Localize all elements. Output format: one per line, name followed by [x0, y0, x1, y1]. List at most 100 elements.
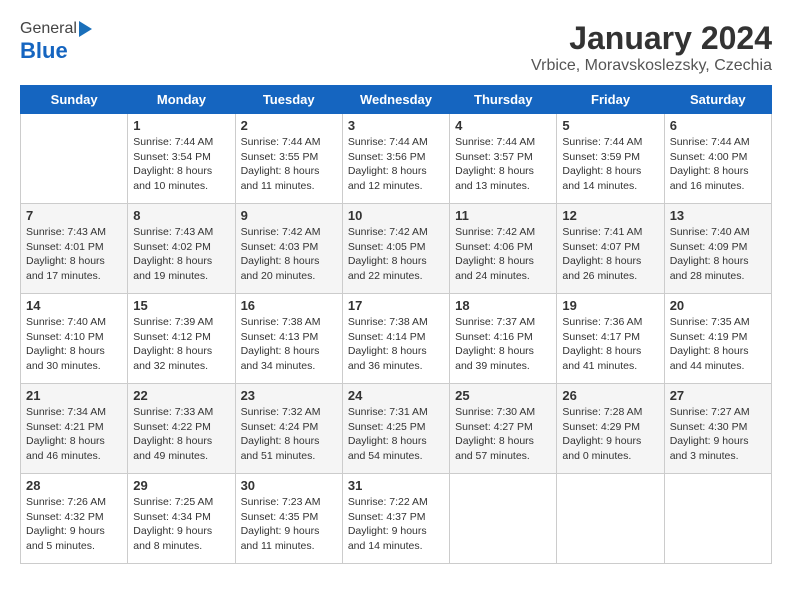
day-info: Sunrise: 7:36 AM Sunset: 4:17 PM Dayligh… — [562, 315, 658, 374]
day-info: Sunrise: 7:25 AM Sunset: 4:34 PM Dayligh… — [133, 495, 229, 554]
weekday-header-row: Sunday Monday Tuesday Wednesday Thursday… — [21, 86, 772, 114]
header: General Blue January 2024 Vrbice, Moravs… — [20, 20, 772, 75]
day-info: Sunrise: 7:37 AM Sunset: 4:16 PM Dayligh… — [455, 315, 551, 374]
day-number: 17 — [348, 298, 444, 313]
day-number: 8 — [133, 208, 229, 223]
day-number: 20 — [670, 298, 766, 313]
calendar-cell: 20 Sunrise: 7:35 AM Sunset: 4:19 PM Dayli… — [664, 294, 771, 384]
day-number: 24 — [348, 388, 444, 403]
day-number: 6 — [670, 118, 766, 133]
title-area: January 2024 Vrbice, Moravskoslezsky, Cz… — [531, 20, 772, 75]
day-number: 3 — [348, 118, 444, 133]
day-number: 13 — [670, 208, 766, 223]
calendar-cell: 23 Sunrise: 7:32 AM Sunset: 4:24 PM Dayli… — [235, 384, 342, 474]
calendar-cell: 26Sunrise: 7:28 AM Sunset: 4:29 PM Dayli… — [557, 384, 664, 474]
day-info: Sunrise: 7:35 AM Sunset: 4:19 PM Dayligh… — [670, 315, 766, 374]
calendar-cell: 16 Sunrise: 7:38 AM Sunset: 4:13 PM Dayli… — [235, 294, 342, 384]
logo-general-text: General — [20, 20, 77, 38]
logo-blue-text: Blue — [20, 38, 68, 64]
day-number: 12 — [562, 208, 658, 223]
calendar-cell: 13 Sunrise: 7:40 AM Sunset: 4:09 PM Dayli… — [664, 204, 771, 294]
calendar-cell — [664, 474, 771, 564]
day-info: Sunrise: 7:23 AM Sunset: 4:35 PM Dayligh… — [241, 495, 337, 554]
day-info: Sunrise: 7:26 AM Sunset: 4:32 PM Dayligh… — [26, 495, 122, 554]
calendar-cell: 17 Sunrise: 7:38 AM Sunset: 4:14 PM Dayli… — [342, 294, 449, 384]
day-info: Sunrise: 7:38 AM Sunset: 4:13 PM Dayligh… — [241, 315, 337, 374]
day-number: 30 — [241, 478, 337, 493]
header-tuesday: Tuesday — [235, 86, 342, 114]
day-info: Sunrise: 7:43 AM Sunset: 4:02 PM Dayligh… — [133, 225, 229, 284]
calendar-cell: 18 Sunrise: 7:37 AM Sunset: 4:16 PM Dayli… — [450, 294, 557, 384]
calendar-cell: 12Sunrise: 7:41 AM Sunset: 4:07 PM Dayli… — [557, 204, 664, 294]
calendar-cell: 30 Sunrise: 7:23 AM Sunset: 4:35 PM Dayli… — [235, 474, 342, 564]
day-number: 9 — [241, 208, 337, 223]
calendar-cell: 8 Sunrise: 7:43 AM Sunset: 4:02 PM Daylig… — [128, 204, 235, 294]
day-number: 25 — [455, 388, 551, 403]
day-number: 23 — [241, 388, 337, 403]
day-info: Sunrise: 7:33 AM Sunset: 4:22 PM Dayligh… — [133, 405, 229, 464]
day-info: Sunrise: 7:32 AM Sunset: 4:24 PM Dayligh… — [241, 405, 337, 464]
calendar-cell: 29 Sunrise: 7:25 AM Sunset: 4:34 PM Dayli… — [128, 474, 235, 564]
logo: General Blue — [20, 20, 92, 64]
calendar-cell: 19 Sunrise: 7:36 AM Sunset: 4:17 PM Dayli… — [557, 294, 664, 384]
calendar-week-row: 21 Sunrise: 7:34 AM Sunset: 4:21 PM Dayli… — [21, 384, 772, 474]
day-info: Sunrise: 7:39 AM Sunset: 4:12 PM Dayligh… — [133, 315, 229, 374]
calendar-week-row: 14Sunrise: 7:40 AM Sunset: 4:10 PM Dayli… — [21, 294, 772, 384]
day-info: Sunrise: 7:34 AM Sunset: 4:21 PM Dayligh… — [26, 405, 122, 464]
header-saturday: Saturday — [664, 86, 771, 114]
day-info: Sunrise: 7:42 AM Sunset: 4:05 PM Dayligh… — [348, 225, 444, 284]
day-info: Sunrise: 7:42 AM Sunset: 4:03 PM Dayligh… — [241, 225, 337, 284]
day-number: 7 — [26, 208, 122, 223]
day-info: Sunrise: 7:44 AM Sunset: 3:54 PM Dayligh… — [133, 135, 229, 194]
calendar-cell: 24 Sunrise: 7:31 AM Sunset: 4:25 PM Dayli… — [342, 384, 449, 474]
day-info: Sunrise: 7:28 AM Sunset: 4:29 PM Dayligh… — [562, 405, 658, 464]
calendar-cell: 27 Sunrise: 7:27 AM Sunset: 4:30 PM Dayli… — [664, 384, 771, 474]
header-sunday: Sunday — [21, 86, 128, 114]
day-info: Sunrise: 7:44 AM Sunset: 3:55 PM Dayligh… — [241, 135, 337, 194]
header-wednesday: Wednesday — [342, 86, 449, 114]
day-number: 4 — [455, 118, 551, 133]
day-info: Sunrise: 7:43 AM Sunset: 4:01 PM Dayligh… — [26, 225, 122, 284]
calendar-cell: 2 Sunrise: 7:44 AM Sunset: 3:55 PM Daylig… — [235, 114, 342, 204]
calendar-table: Sunday Monday Tuesday Wednesday Thursday… — [20, 85, 772, 564]
day-info: Sunrise: 7:44 AM Sunset: 3:57 PM Dayligh… — [455, 135, 551, 194]
day-number: 22 — [133, 388, 229, 403]
calendar-cell: 10Sunrise: 7:42 AM Sunset: 4:05 PM Dayli… — [342, 204, 449, 294]
calendar-cell: 31 Sunrise: 7:22 AM Sunset: 4:37 PM Dayli… — [342, 474, 449, 564]
day-number: 31 — [348, 478, 444, 493]
day-number: 2 — [241, 118, 337, 133]
day-number: 27 — [670, 388, 766, 403]
day-number: 28 — [26, 478, 122, 493]
day-number: 21 — [26, 388, 122, 403]
day-info: Sunrise: 7:31 AM Sunset: 4:25 PM Dayligh… — [348, 405, 444, 464]
day-number: 18 — [455, 298, 551, 313]
calendar-cell: 11Sunrise: 7:42 AM Sunset: 4:06 PM Dayli… — [450, 204, 557, 294]
calendar-week-row: 28 Sunrise: 7:26 AM Sunset: 4:32 PM Dayli… — [21, 474, 772, 564]
day-info: Sunrise: 7:27 AM Sunset: 4:30 PM Dayligh… — [670, 405, 766, 464]
day-number: 19 — [562, 298, 658, 313]
calendar-cell: 1Sunrise: 7:44 AM Sunset: 3:54 PM Daylig… — [128, 114, 235, 204]
day-info: Sunrise: 7:22 AM Sunset: 4:37 PM Dayligh… — [348, 495, 444, 554]
day-number: 29 — [133, 478, 229, 493]
day-number: 16 — [241, 298, 337, 313]
day-info: Sunrise: 7:40 AM Sunset: 4:09 PM Dayligh… — [670, 225, 766, 284]
calendar-cell: 9 Sunrise: 7:42 AM Sunset: 4:03 PM Daylig… — [235, 204, 342, 294]
day-info: Sunrise: 7:42 AM Sunset: 4:06 PM Dayligh… — [455, 225, 551, 284]
calendar-cell: 28 Sunrise: 7:26 AM Sunset: 4:32 PM Dayli… — [21, 474, 128, 564]
header-thursday: Thursday — [450, 86, 557, 114]
calendar-cell: 7 Sunrise: 7:43 AM Sunset: 4:01 PM Daylig… — [21, 204, 128, 294]
day-info: Sunrise: 7:38 AM Sunset: 4:14 PM Dayligh… — [348, 315, 444, 374]
day-info: Sunrise: 7:44 AM Sunset: 3:56 PM Dayligh… — [348, 135, 444, 194]
day-info: Sunrise: 7:30 AM Sunset: 4:27 PM Dayligh… — [455, 405, 551, 464]
calendar-cell: 15Sunrise: 7:39 AM Sunset: 4:12 PM Dayli… — [128, 294, 235, 384]
calendar-week-row: 1Sunrise: 7:44 AM Sunset: 3:54 PM Daylig… — [21, 114, 772, 204]
calendar-cell: 4 Sunrise: 7:44 AM Sunset: 3:57 PM Daylig… — [450, 114, 557, 204]
calendar-cell: 14Sunrise: 7:40 AM Sunset: 4:10 PM Dayli… — [21, 294, 128, 384]
day-info: Sunrise: 7:40 AM Sunset: 4:10 PM Dayligh… — [26, 315, 122, 374]
calendar-subtitle: Vrbice, Moravskoslezsky, Czechia — [531, 57, 772, 75]
day-info: Sunrise: 7:44 AM Sunset: 4:00 PM Dayligh… — [670, 135, 766, 194]
calendar-cell — [450, 474, 557, 564]
calendar-cell: 3 Sunrise: 7:44 AM Sunset: 3:56 PM Daylig… — [342, 114, 449, 204]
calendar-cell: 25 Sunrise: 7:30 AM Sunset: 4:27 PM Dayli… — [450, 384, 557, 474]
calendar-cell: 21 Sunrise: 7:34 AM Sunset: 4:21 PM Dayli… — [21, 384, 128, 474]
